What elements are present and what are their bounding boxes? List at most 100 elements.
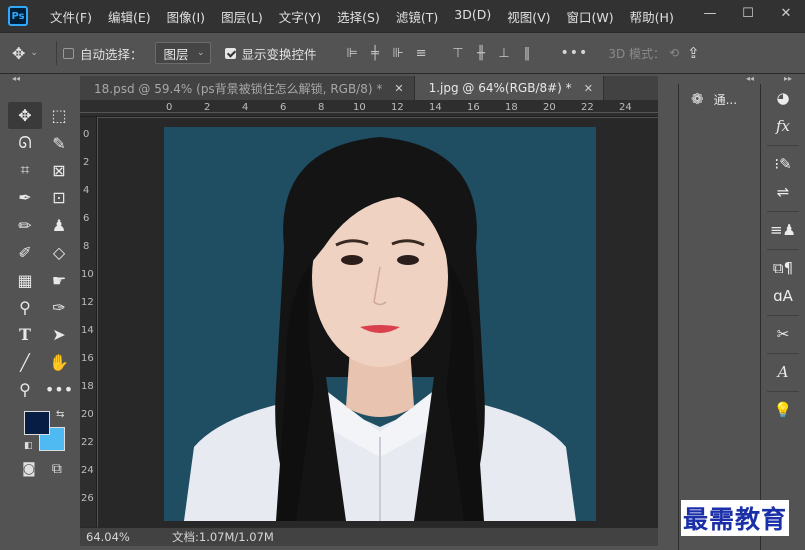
- foreground-color-swatch[interactable]: [24, 411, 50, 436]
- gradient-tool-icon[interactable]: ▦: [8, 266, 42, 293]
- document-canvas-photo[interactable]: [164, 127, 596, 521]
- tab-1-jpg[interactable]: 1.jpg @ 64%(RGB/8#) * ✕: [414, 76, 604, 100]
- show-transform-checkbox[interactable]: 显示变换控件: [224, 44, 317, 63]
- vertical-ruler: 0 2 4 6 8 10 12 14 16 18 20 22 24 26: [80, 117, 97, 527]
- channels-panel-button[interactable]: ❁ 通...: [679, 84, 756, 114]
- align-hcenter-icon[interactable]: ╪: [364, 42, 387, 64]
- patch-tool-icon[interactable]: ⊡: [42, 184, 76, 211]
- ruler-mark: 16: [81, 353, 94, 364]
- marquee-tool-icon[interactable]: ⬚: [42, 102, 76, 129]
- dropdown-value: 图层: [163, 46, 189, 62]
- menu-window[interactable]: 窗口(W): [559, 7, 622, 26]
- auto-select-checkbox[interactable]: 自动选择：: [63, 44, 143, 63]
- ruler-mark: 6: [83, 213, 90, 224]
- align-left-icon[interactable]: ⊫: [341, 42, 364, 64]
- zoom-level[interactable]: 64.04%: [80, 530, 136, 544]
- history-brush-tool-icon[interactable]: ✐: [8, 239, 42, 266]
- menu-type[interactable]: 文字(Y): [271, 7, 329, 26]
- eraser-tool-icon[interactable]: ◇: [42, 239, 76, 266]
- restore-button[interactable]: ☐: [729, 0, 767, 26]
- quick-select-tool-icon[interactable]: ✎: [42, 129, 76, 156]
- ruler-mark: 22: [81, 437, 94, 448]
- move-tool-preset-icon[interactable]: ✥ ⌄: [0, 44, 50, 63]
- more-options-icon[interactable]: •••: [561, 45, 589, 61]
- ruler-mark: 4: [242, 102, 249, 113]
- collapse-panel-icon[interactable]: ◂◂: [746, 74, 754, 83]
- path-select-tool-icon[interactable]: ➤: [42, 321, 76, 348]
- ruler-mark: 14: [81, 325, 94, 336]
- channels-label: 通...: [713, 92, 738, 107]
- menu-view[interactable]: 视图(V): [499, 7, 558, 26]
- ruler-mark: 10: [81, 269, 94, 280]
- frame-tool-icon[interactable]: ⊠: [42, 157, 76, 184]
- clone-stamp-tool-icon[interactable]: ♟: [42, 212, 76, 239]
- horizontal-ruler: 0 2 4 6 8 10 12 14 16 18 20 22 24: [80, 100, 658, 117]
- align-bottom-icon[interactable]: ⊥: [493, 42, 516, 64]
- distribute-vertical-icon[interactable]: ≡: [410, 42, 433, 64]
- expand-panel-icon[interactable]: ▸▸: [784, 74, 792, 83]
- tab-18-psd[interactable]: 18.psd @ 59.4% (ps背景被锁住怎么解锁, RGB/8) * ✕: [80, 76, 415, 100]
- fx-styles-icon[interactable]: fx: [761, 112, 805, 140]
- learn-bulb-icon[interactable]: 💡: [761, 396, 805, 424]
- menu-layer[interactable]: 图层(L): [213, 7, 271, 26]
- menu-help[interactable]: 帮助(H): [622, 7, 682, 26]
- menu-filter[interactable]: 滤镜(T): [388, 7, 446, 26]
- menu-image[interactable]: 图像(I): [159, 7, 213, 26]
- screen-mode-icon[interactable]: ⧉: [52, 461, 62, 477]
- adjust-sliders-icon[interactable]: ⇌: [761, 178, 805, 206]
- ruler-mark: 14: [429, 102, 442, 113]
- menu-items: 文件(F) 编辑(E) 图像(I) 图层(L) 文字(Y) 选择(S) 滤镜(T…: [42, 7, 682, 26]
- distribute-horizontal-icon[interactable]: ‖: [516, 42, 539, 64]
- divider: [767, 310, 799, 316]
- menu-3d[interactable]: 3D(D): [446, 7, 499, 26]
- pen-tool-icon[interactable]: ✑: [42, 294, 76, 321]
- align-top-icon[interactable]: ⊤: [447, 42, 470, 64]
- document-size[interactable]: 文档:1.07M/1.07M: [136, 529, 274, 545]
- align-vcenter-icon[interactable]: ╫: [470, 42, 493, 64]
- document-tabs: 18.psd @ 59.4% (ps背景被锁住怎么解锁, RGB/8) * ✕ …: [80, 76, 658, 100]
- align-buttons: ⊫ ╪ ⊪ ≡ ⊤ ╫ ⊥ ‖: [341, 42, 539, 64]
- edit-toolbar-icon[interactable]: •••: [42, 376, 76, 403]
- swap-colors-icon[interactable]: ⇆: [56, 409, 64, 420]
- minimize-button[interactable]: —: [691, 0, 729, 26]
- character-style-icon[interactable]: ɑA: [761, 282, 805, 310]
- lasso-tool-icon[interactable]: ᘏ: [8, 129, 42, 156]
- collapse-toolbox-icon[interactable]: ◂◂: [12, 74, 20, 83]
- quick-mask-icon[interactable]: ◙: [22, 461, 36, 477]
- chevron-down-icon: ⌄: [196, 48, 205, 58]
- zoom-tool-icon[interactable]: ⚲: [8, 376, 42, 403]
- auto-select-target-dropdown[interactable]: 图层 ⌄: [154, 42, 211, 64]
- 3d-orbit-icon[interactable]: ⟲: [669, 46, 679, 60]
- brush-settings-icon[interactable]: ⁝✎: [761, 150, 805, 178]
- menu-file[interactable]: 文件(F): [42, 7, 100, 26]
- dodge-tool-icon[interactable]: ⚲: [8, 294, 42, 321]
- default-colors-icon[interactable]: ◧: [24, 441, 33, 451]
- close-icon[interactable]: ✕: [584, 82, 593, 95]
- share-icon[interactable]: ⇪: [687, 44, 700, 62]
- smudge-tool-icon[interactable]: ☛: [42, 266, 76, 293]
- eyedropper-tool-icon[interactable]: ✒: [8, 184, 42, 211]
- ruler-mark: 2: [83, 157, 90, 168]
- paragraph-style-icon[interactable]: ⧉¶: [761, 254, 805, 282]
- align-right-icon[interactable]: ⊪: [387, 42, 410, 64]
- menu-select[interactable]: 选择(S): [329, 7, 388, 26]
- status-bar: 64.04% 文档:1.07M/1.07M: [80, 527, 658, 546]
- glyphs-icon[interactable]: A: [761, 358, 805, 386]
- ruler-mark: 24: [619, 102, 632, 113]
- menu-edit[interactable]: 编辑(E): [100, 7, 159, 26]
- photoshop-logo[interactable]: Ps: [8, 6, 28, 26]
- portrait-illustration: [164, 127, 596, 521]
- color-wheel-icon[interactable]: ◕: [761, 84, 805, 112]
- close-icon[interactable]: ✕: [394, 82, 403, 95]
- path-cut-icon[interactable]: ✂: [761, 320, 805, 348]
- line-tool-icon[interactable]: ╱: [8, 349, 42, 376]
- ruler-mark: 8: [83, 241, 90, 252]
- close-button[interactable]: ✕: [767, 0, 805, 26]
- ruler-mark: 18: [81, 381, 94, 392]
- hand-tool-icon[interactable]: ✋: [42, 349, 76, 376]
- move-tool-icon[interactable]: ✥: [8, 102, 42, 130]
- brush-tool-icon[interactable]: ✏: [8, 212, 42, 239]
- type-tool-icon[interactable]: T: [8, 321, 42, 348]
- clone-source-icon[interactable]: ≡♟: [761, 216, 805, 244]
- crop-tool-icon[interactable]: ⌗: [8, 157, 42, 184]
